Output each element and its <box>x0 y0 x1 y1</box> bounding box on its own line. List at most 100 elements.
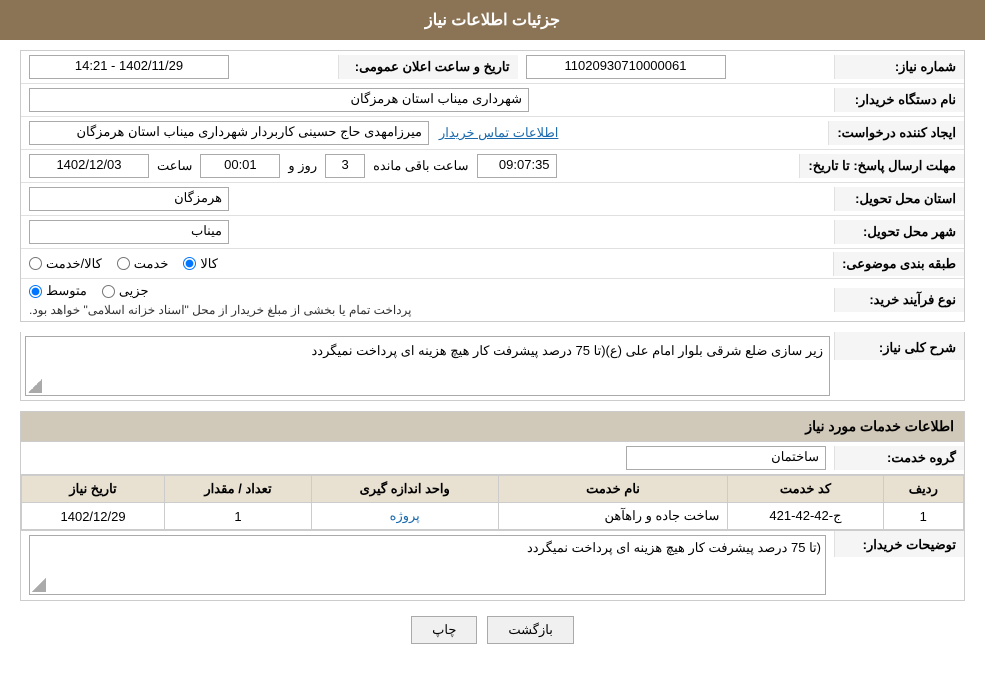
cell-service-name: ساخت جاده و راهآهن <box>498 503 728 530</box>
category-label: طبقه بندی موضوعی: <box>833 252 964 276</box>
creator-value: اطلاعات تماس خریدار میرزامهدی حاج حسینی … <box>21 117 828 149</box>
group-label: گروه خدمت: <box>834 446 964 470</box>
deadline-date-input[interactable]: 1402/12/03 <box>29 154 149 178</box>
services-table: ردیف کد خدمت نام خدمت واحد اندازه گیری ت… <box>21 475 964 530</box>
page-header: جزئیات اطلاعات نیاز <box>0 0 985 40</box>
row-need-number: شماره نیاز: 11020930710000061 تاریخ و سا… <box>21 51 964 84</box>
category-radio-kala-input[interactable] <box>183 257 196 270</box>
cell-qty: 1 <box>165 503 312 530</box>
buyer-org-input[interactable]: شهرداری میناب استان هرمزگان <box>29 88 529 112</box>
days-input[interactable]: 3 <box>325 154 365 178</box>
date-announce-value: 1402/11/29 - 14:21 <box>21 51 338 83</box>
row-category: طبقه بندی موضوعی: کالا/خدمت خدمت کالا <box>21 249 964 279</box>
purchase-radio-jozi-input[interactable] <box>102 285 115 298</box>
cell-date: 1402/12/29 <box>22 503 165 530</box>
col-unit: واحد اندازه گیری <box>311 476 498 503</box>
purchase-jozi-label: جزیی <box>119 283 149 299</box>
remaining-time-input[interactable]: 09:07:35 <box>477 154 557 178</box>
purchase-type-value: متوسط جزیی پرداخت تمام یا بخشی از مبلغ خ… <box>21 279 834 321</box>
time-input[interactable]: 00:01 <box>200 154 280 178</box>
province-input[interactable]: هرمزگان <box>29 187 229 211</box>
cell-row-num: 1 <box>883 503 963 530</box>
col-row-num: ردیف <box>883 476 963 503</box>
category-radio-kala[interactable]: کالا <box>183 256 218 272</box>
col-date: تاریخ نیاز <box>22 476 165 503</box>
category-value: کالا/خدمت خدمت کالا <box>21 252 833 276</box>
col-service-name: نام خدمت <box>498 476 728 503</box>
page-wrapper: جزئیات اطلاعات نیاز شماره نیاز: 11020930… <box>0 0 985 691</box>
row-province: استان محل تحویل: هرمزگان <box>21 183 964 216</box>
deadline-value: 09:07:35 ساعت باقی مانده 3 روز و 00:01 س… <box>21 150 799 182</box>
province-label: استان محل تحویل: <box>834 187 964 211</box>
category-radio-khedmat[interactable]: خدمت <box>117 256 169 272</box>
need-number-value: 11020930710000061 <box>518 51 835 83</box>
purchase-radio-motavasset-input[interactable] <box>29 285 42 298</box>
group-value: ساختمان <box>21 442 834 474</box>
col-qty: تعداد / مقدار <box>165 476 312 503</box>
buyer-desc-label: توضیحات خریدار: <box>834 531 964 557</box>
services-table-container: ردیف کد خدمت نام خدمت واحد اندازه گیری ت… <box>20 475 965 531</box>
creator-input[interactable]: میرزامهدی حاج حسینی کاربردار شهرداری مین… <box>29 121 429 145</box>
row-buyer-org: نام دستگاه خریدار: شهرداری میناب استان ه… <box>21 84 964 117</box>
table-row: 1 ج-42-42-421 ساخت جاده و راهآهن پروژه 1… <box>22 503 964 530</box>
buyer-org-value: شهرداری میناب استان هرمزگان <box>21 84 834 116</box>
purchase-note: پرداخت تمام یا بخشی از مبلغ خریدار از مح… <box>29 303 412 317</box>
deadline-complex: 09:07:35 ساعت باقی مانده 3 روز و 00:01 س… <box>29 154 557 178</box>
cell-unit: پروژه <box>311 503 498 530</box>
date-announce-input[interactable]: 1402/11/29 - 14:21 <box>29 55 229 79</box>
category-kala-label: کالا <box>200 256 218 272</box>
need-number-input[interactable]: 11020930710000061 <box>526 55 726 79</box>
city-input[interactable]: میناب <box>29 220 229 244</box>
buyer-desc-value-container: (تا 75 درصد پیشرفت کار هیچ هزینه ای پردا… <box>21 531 834 599</box>
time-label: ساعت <box>157 158 192 174</box>
description-textarea[interactable]: زیر سازی ضلع شرقی بلوار امام علی (ع)(تا … <box>25 336 830 396</box>
purchase-type-motavasset[interactable]: متوسط <box>29 283 87 299</box>
category-radio-kala-khedmat[interactable]: کالا/خدمت <box>29 256 102 272</box>
main-content: شماره نیاز: 11020930710000061 تاریخ و سا… <box>0 40 985 654</box>
need-number-label: شماره نیاز: <box>834 55 964 79</box>
deadline-label: مهلت ارسال پاسخ: تا تاریخ: <box>799 154 964 178</box>
cell-service-code: ج-42-42-421 <box>728 503 883 530</box>
group-input[interactable]: ساختمان <box>626 446 826 470</box>
table-header: ردیف کد خدمت نام خدمت واحد اندازه گیری ت… <box>22 476 964 503</box>
table-body: 1 ج-42-42-421 ساخت جاده و راهآهن پروژه 1… <box>22 503 964 530</box>
province-value: هرمزگان <box>21 183 834 215</box>
category-radio-group: کالا/خدمت خدمت کالا <box>29 256 218 272</box>
description-label: شرح کلی نیاز: <box>834 332 964 360</box>
category-kala-khedmat-label: کالا/خدمت <box>46 256 102 272</box>
contact-info-link[interactable]: اطلاعات تماس خریدار <box>439 125 558 141</box>
buyer-resize-handle <box>32 578 46 592</box>
purchase-type-jozi[interactable]: جزیی <box>102 283 149 299</box>
back-button[interactable]: بازگشت <box>487 616 573 644</box>
page-title: جزئیات اطلاعات نیاز <box>425 12 560 29</box>
col-service-code: کد خدمت <box>728 476 883 503</box>
purchase-motavasset-label: متوسط <box>46 283 87 299</box>
row-purchase-type: نوع فرآیند خرید: متوسط جزیی پرداخت تمام … <box>21 279 964 321</box>
group-row: گروه خدمت: ساختمان <box>20 442 965 475</box>
city-label: شهر محل تحویل: <box>834 220 964 244</box>
row-city: شهر محل تحویل: میناب <box>21 216 964 249</box>
description-text: زیر سازی ضلع شرقی بلوار امام علی (ع)(تا … <box>312 343 823 358</box>
resize-handle <box>28 379 42 393</box>
remaining-label: ساعت باقی مانده <box>373 158 468 174</box>
purchase-type-label: نوع فرآیند خرید: <box>834 288 964 312</box>
buyer-org-label: نام دستگاه خریدار: <box>834 88 964 112</box>
row-deadline: مهلت ارسال پاسخ: تا تاریخ: 09:07:35 ساعت… <box>21 150 964 183</box>
buttons-row: بازگشت چاپ <box>20 616 965 644</box>
services-title: اطلاعات خدمات مورد نیاز <box>20 411 965 442</box>
date-announce-label: تاریخ و ساعت اعلان عمومی: <box>338 55 518 79</box>
description-value-container: زیر سازی ضلع شرقی بلوار امام علی (ع)(تا … <box>21 332 834 400</box>
print-button[interactable]: چاپ <box>411 616 477 644</box>
category-radio-khedmat-input[interactable] <box>117 257 130 270</box>
row-creator: ایجاد کننده درخواست: اطلاعات تماس خریدار… <box>21 117 964 150</box>
table-header-row: ردیف کد خدمت نام خدمت واحد اندازه گیری ت… <box>22 476 964 503</box>
category-khedmat-label: خدمت <box>134 256 169 272</box>
services-section: اطلاعات خدمات مورد نیاز گروه خدمت: ساختم… <box>20 411 965 601</box>
creator-label: ایجاد کننده درخواست: <box>828 121 964 145</box>
description-section: شرح کلی نیاز: زیر سازی ضلع شرقی بلوار ام… <box>20 332 965 401</box>
city-value: میناب <box>21 216 834 248</box>
category-radio-kala-khedmat-input[interactable] <box>29 257 42 270</box>
buyer-desc-textarea[interactable]: (تا 75 درصد پیشرفت کار هیچ هزینه ای پردا… <box>29 535 826 595</box>
buyer-desc-text: (تا 75 درصد پیشرفت کار هیچ هزینه ای پردا… <box>527 540 821 555</box>
days-label: روز و <box>288 158 317 174</box>
